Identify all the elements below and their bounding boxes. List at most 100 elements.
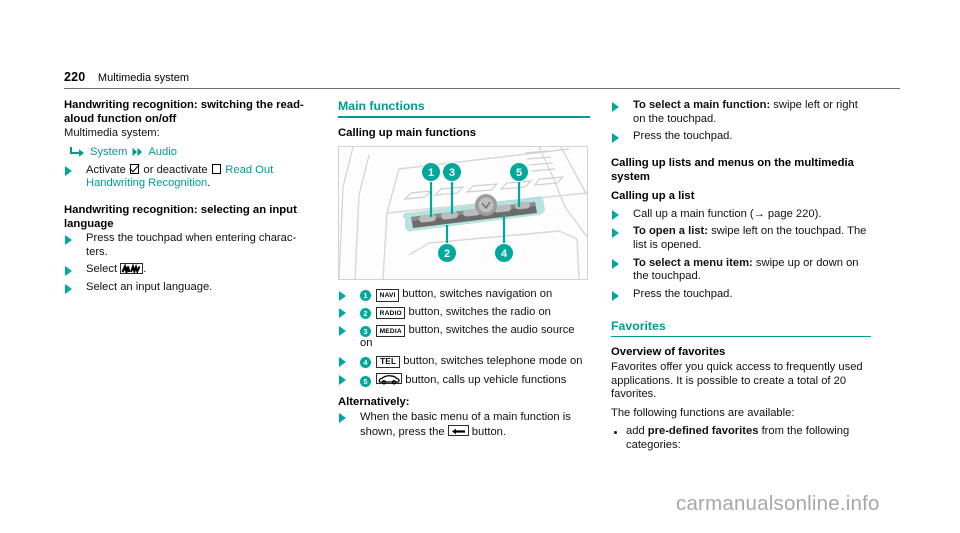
triangle-bullet-icon — [339, 413, 346, 424]
step-press-touchpad-2: Press the touchpad. — [611, 288, 871, 302]
tel-button-key[interactable]: TEL — [376, 355, 401, 368]
step-text: Press the touchpad when entering charac-… — [86, 232, 297, 258]
step-activate-pre: Activate — [86, 163, 126, 176]
step-text: Select an input language. — [86, 281, 213, 294]
callout-number-3: 3 — [360, 325, 371, 337]
heading-alternatively: Alternatively: — [338, 396, 410, 409]
triangle-bullet-icon — [612, 101, 619, 112]
nav-path-audio[interactable]: Audio — [148, 145, 177, 159]
corner-arrow-icon — [70, 146, 85, 157]
checkbox-checked-icon[interactable] — [129, 164, 140, 174]
triangle-bullet-icon — [612, 227, 619, 238]
triangle-bullet-icon — [612, 132, 619, 143]
heading-calling-lists-menus: Calling up lists and menus on the multim… — [611, 157, 854, 183]
radio-button-key[interactable]: RADIO — [376, 306, 406, 320]
svg-text:5: 5 — [516, 167, 522, 179]
list-item-text: button, switches navigation on — [402, 288, 553, 301]
section-title-main-functions: Main functions — [338, 99, 425, 113]
list-item-radio: 2 RADIO button, switches the radio on — [338, 305, 590, 320]
step-call-up-main-function: Call up a main function (→ page 220). — [611, 207, 871, 222]
subheading-calling-up-main-functions: Calling up main functions — [338, 126, 477, 139]
list-item-tel: 4 TEL button, switches telephone mode on — [338, 354, 590, 369]
step-select-input-language: Select an input language. — [64, 281, 316, 295]
step-text-end: button. — [471, 425, 507, 438]
text-multimedia-system: Multimedia system: — [64, 127, 160, 139]
step-select-end: . — [143, 263, 147, 276]
step-text: Press the touchpad. — [633, 288, 733, 301]
bullet-add-predefined-favorites: add pre-defined favorites from the follo… — [611, 425, 871, 452]
step-select-main-function: To select a main function: swipe left or… — [611, 99, 871, 127]
heading-calling-up-a-list: Calling up a list — [611, 190, 695, 203]
svg-text:3: 3 — [449, 167, 455, 179]
list-item-text: button, calls up vehicle functions — [405, 373, 567, 386]
callout-number-1: 1 — [360, 290, 371, 302]
list-item-text: button, switches the radio on — [408, 305, 551, 318]
triangle-bullet-icon — [339, 357, 346, 368]
step-activate-readout: Activate or deactivate Read Out Handwrit… — [64, 163, 316, 191]
triangle-bullet-icon — [65, 265, 72, 276]
triangle-bullet-icon — [612, 259, 619, 270]
step-basic-menu-back-button: When the basic menu of a main function i… — [338, 410, 590, 440]
step-label-bold: To open a list: — [633, 225, 708, 238]
svg-text:4: 4 — [501, 248, 508, 260]
triangle-bullet-icon — [339, 308, 346, 319]
back-button-icon[interactable] — [447, 424, 469, 436]
checkbox-unchecked-icon[interactable] — [211, 164, 222, 174]
step-activate-mid: or deactivate — [143, 163, 208, 176]
triangle-bullet-icon — [339, 326, 346, 336]
callout-number-4: 4 — [360, 356, 371, 368]
triangle-bullet-icon — [339, 375, 346, 386]
handwriting-icon[interactable] — [120, 263, 144, 275]
text-favorites-body: Favorites offer you quick access to freq… — [611, 360, 863, 401]
header-divider — [64, 88, 900, 89]
list-item-media: 3 MEDIA button, switches the audio sourc… — [338, 323, 590, 351]
navi-button-key[interactable]: NAVI — [376, 289, 400, 302]
triangle-bullet-icon — [65, 234, 72, 245]
step-text: Call up a main function (→ page 220). — [633, 207, 822, 220]
illustration-control-panel: 1 3 5 2 4 — [338, 146, 588, 281]
text-functions-available: The following functions are available: — [611, 406, 795, 419]
callout-number-5: 5 — [360, 375, 371, 387]
step-label-bold: To select a menu item: — [633, 256, 753, 269]
bullet-text-bold: pre-defined favorites — [647, 425, 759, 438]
triangle-bullet-icon — [612, 210, 619, 221]
column-middle: Main functions Calling up main functions — [338, 99, 590, 443]
triangle-bullet-icon — [65, 283, 72, 294]
page-header: 220 Multimedia system — [64, 68, 900, 90]
list-item-navi: 1 NAVI button, switches navigation on — [338, 288, 590, 302]
step-press-touchpad-1: Press the touchpad. — [611, 130, 871, 145]
subheading-overview-of-favorites: Overview of favorites — [611, 346, 726, 359]
step-activate-end: . — [207, 177, 211, 190]
callout-number-2: 2 — [360, 307, 371, 319]
nav-path: System Audio — [70, 145, 316, 159]
step-label-bold: To select a main function: — [633, 99, 771, 111]
list-item-vehicle: 5 button, calls up vehicle functions — [338, 372, 590, 388]
bullet-text-pre: add — [626, 425, 645, 438]
svg-text:1: 1 — [428, 167, 434, 179]
column-right: To select a main function: swipe left or… — [611, 99, 871, 456]
watermark: carmanualsonline.info — [676, 492, 880, 515]
heading-handwriting-readaloud: Handwriting recognition: switching the r… — [64, 99, 304, 125]
chapter-title: Multimedia system — [97, 72, 189, 84]
step-press-touchpad-chars: Press the touchpad when entering charac-… — [64, 232, 316, 260]
step-select-pre: Select — [86, 263, 118, 276]
list-item-text: button, switches telephone mode on — [403, 354, 583, 367]
svg-text:2: 2 — [444, 248, 450, 260]
triangle-bullet-icon — [339, 290, 346, 301]
heading-select-input-language: Handwriting recognition: selecting an in… — [64, 204, 297, 230]
section-title-favorites: Favorites — [611, 318, 666, 333]
section-divider — [611, 335, 871, 338]
media-button-key[interactable]: MEDIA — [376, 324, 406, 337]
step-open-a-list: To open a list: swipe left on the touchp… — [611, 225, 871, 253]
step-select-menu-item: To select a menu item: swipe up or down … — [611, 256, 871, 285]
page-number: 220 — [64, 70, 86, 84]
double-chevron-icon — [132, 147, 143, 157]
column-left: Handwriting recognition: switching the r… — [64, 99, 316, 299]
car-icon[interactable] — [376, 372, 403, 385]
step-text: Press the touchpad. — [633, 130, 733, 143]
triangle-bullet-icon — [65, 166, 72, 177]
triangle-bullet-icon — [612, 290, 619, 301]
nav-path-system[interactable]: System — [90, 145, 127, 159]
step-select-handwriting-icon: Select . — [64, 263, 316, 278]
section-divider — [338, 116, 590, 118]
